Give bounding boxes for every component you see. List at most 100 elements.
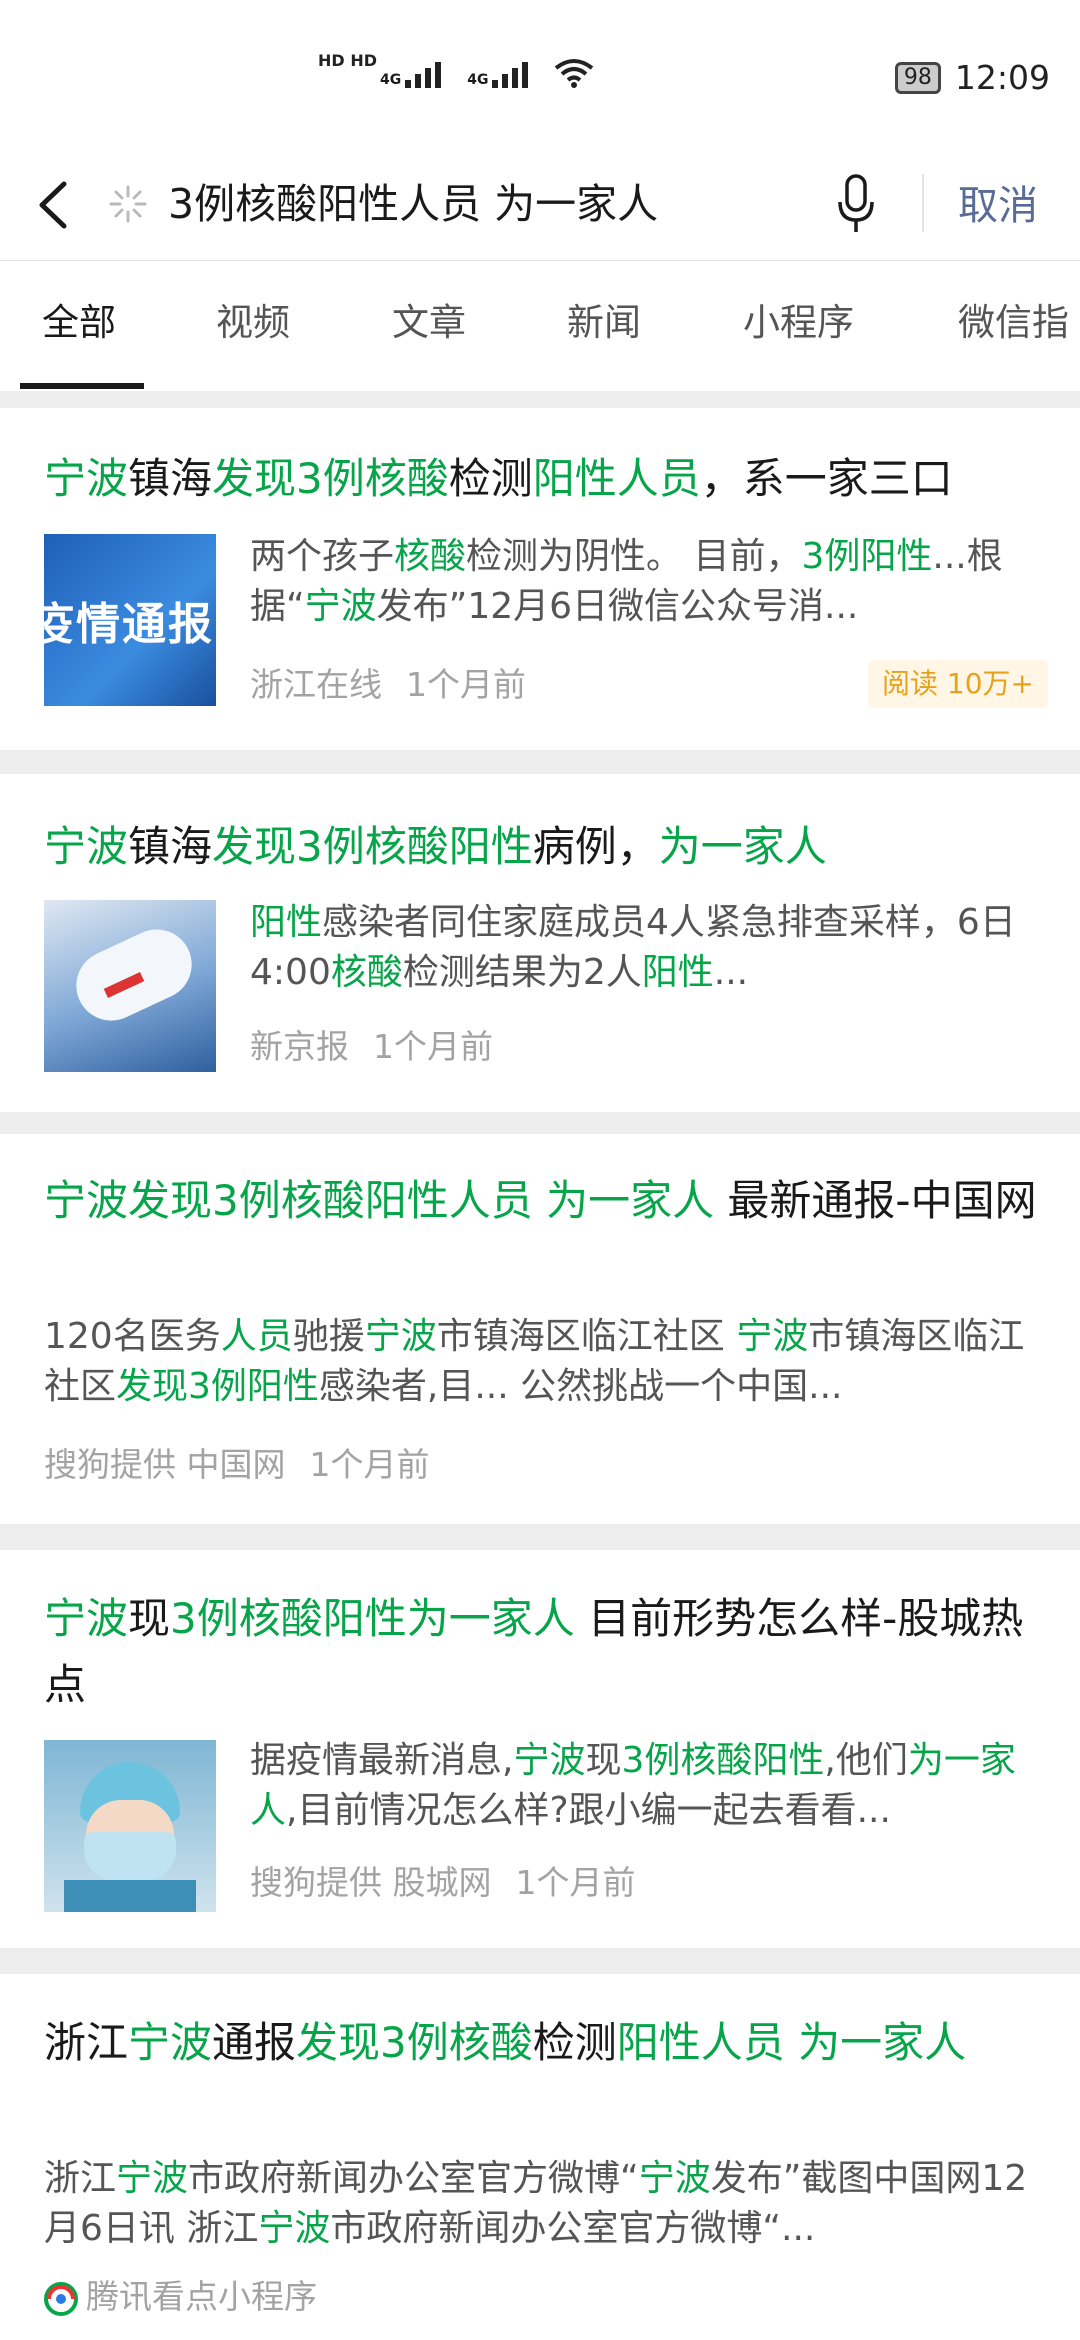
highlighted-keyword: 宁波 bbox=[258, 2208, 331, 2249]
text-segment: 检测 bbox=[532, 2018, 617, 2067]
cancel-button[interactable]: 取消 bbox=[958, 170, 1038, 242]
result-snippet: 阳性感染者同住家庭成员4人紧急排查采样，6日4:00核酸检测结果为2人阳性... bbox=[250, 898, 1040, 998]
highlighted-keyword: 宁波发现3例核酸阳性人员 为一家人 bbox=[44, 1176, 715, 1225]
back-arrow-icon[interactable] bbox=[32, 180, 76, 230]
tab-active-indicator bbox=[20, 383, 144, 389]
result-snippet: 据疫情最新消息,宁波现3例核酸阳性,他们为一家人,目前情况怎么样?跟小编一起去看… bbox=[250, 1736, 1040, 1836]
text-segment: 据疫情最新消息, bbox=[250, 1740, 514, 1781]
text-segment: 市镇海区临江社区 bbox=[436, 1316, 737, 1357]
tab-news[interactable]: 新闻 bbox=[567, 293, 641, 353]
result-title[interactable]: 宁波镇海发现3例核酸阳性病例，为一家人 bbox=[44, 814, 1050, 880]
highlighted-keyword: 宁波 bbox=[736, 1316, 809, 1357]
text-segment: 两个孩子 bbox=[250, 536, 395, 577]
tab-video[interactable]: 视频 bbox=[216, 293, 290, 353]
text-segment: 镇海 bbox=[128, 822, 213, 871]
highlighted-keyword: 发现3例阳性 bbox=[116, 1366, 319, 1407]
search-header: 3例核酸阳性人员 为一家人 取消 bbox=[0, 150, 1080, 260]
text-segment: 浙江 bbox=[44, 2018, 129, 2067]
search-divider bbox=[922, 174, 924, 232]
highlighted-keyword: 核酸 bbox=[394, 536, 467, 577]
result-source: 搜狗提供 中国网 bbox=[44, 1445, 286, 1484]
status-right: 98 12:09 bbox=[894, 58, 1050, 97]
result-card[interactable]: 浙江宁波通报发现3例核酸检测阳性人员 为一家人 浙江宁波市政府新闻办公室官方微博… bbox=[0, 1974, 1080, 2340]
result-card[interactable]: 宁波镇海发现3例核酸检测阳性人员，系一家三口 疫情通报 两个孩子核酸检测为阴性。… bbox=[0, 408, 1080, 750]
highlighted-keyword: 3例核酸阳性 bbox=[621, 1740, 825, 1781]
text-segment: 驰援 bbox=[292, 1316, 365, 1357]
tab-article[interactable]: 文章 bbox=[392, 293, 466, 353]
result-source: 新京报 bbox=[250, 1027, 349, 1066]
result-snippet: 120名医务人员驰援宁波市镇海区临江社区 宁波市镇海区临江社区发现3例阳性感染者… bbox=[44, 1312, 1050, 1412]
result-time: 1个月前 bbox=[373, 1027, 493, 1066]
microphone-icon[interactable] bbox=[836, 172, 876, 236]
highlighted-keyword: 阳性 bbox=[641, 952, 714, 993]
battery-icon: 98 bbox=[894, 61, 941, 94]
text-segment: ... bbox=[713, 952, 749, 993]
tencent-kandian-icon bbox=[44, 2281, 78, 2316]
status-bar: HD HD 4G 4G 98 12:09 bbox=[0, 0, 1080, 150]
tab-mini-program[interactable]: 小程序 bbox=[743, 293, 854, 353]
result-thumbnail bbox=[44, 1740, 216, 1912]
text-segment: 检测为阴性。 目前， bbox=[466, 536, 802, 577]
hd-indicator: HD HD bbox=[318, 50, 377, 71]
result-source: 搜狗提供 股城网 bbox=[250, 1863, 492, 1902]
result-snippet: 浙江宁波市政府新闻办公室官方微博“宁波发布”截图中国网12月6日讯 浙江宁波市政… bbox=[44, 2154, 1050, 2254]
text-segment: ，系一家三口 bbox=[700, 454, 953, 503]
loading-spinner-icon bbox=[109, 185, 147, 223]
highlighted-keyword: 宁波 bbox=[128, 2018, 213, 2067]
filter-tabs: 全部 视频 文章 新闻 小程序 微信指 bbox=[0, 260, 1080, 391]
result-meta: 新京报 1个月前 bbox=[250, 1024, 517, 1070]
highlighted-keyword: 宁波 bbox=[513, 1740, 586, 1781]
network-type-1: 4G bbox=[380, 72, 402, 88]
highlighted-keyword: 人员 bbox=[220, 1316, 293, 1357]
result-meta: 搜狗提供 股城网 1个月前 bbox=[250, 1860, 660, 1906]
result-time: 1个月前 bbox=[309, 1445, 430, 1484]
result-card[interactable]: 宁波镇海发现3例核酸阳性病例，为一家人 阳性感染者同住家庭成员4人紧急排查采样，… bbox=[0, 774, 1080, 1112]
text-segment: 检测 bbox=[448, 454, 533, 503]
highlighted-keyword: 核酸 bbox=[330, 952, 403, 993]
text-segment: 市政府新闻办公室官方微博“... bbox=[330, 2208, 816, 2249]
result-meta: 浙江在线 1个月前 bbox=[250, 662, 550, 708]
clock: 12:09 bbox=[954, 58, 1050, 97]
tab-all[interactable]: 全部 bbox=[42, 293, 116, 353]
highlighted-keyword: 为一家人 bbox=[658, 822, 827, 871]
text-segment: 病例， bbox=[532, 822, 659, 871]
highlighted-keyword: 发现3例核酸 bbox=[296, 2018, 533, 2067]
result-title[interactable]: 浙江宁波通报发现3例核酸检测阳性人员 为一家人 bbox=[44, 2010, 1050, 2076]
result-source: 浙江在线 bbox=[250, 665, 382, 704]
read-count-badge: 阅读 10万+ bbox=[868, 660, 1048, 708]
result-meta: 搜狗提供 中国网 1个月前 bbox=[44, 1442, 454, 1488]
search-input[interactable]: 3例核酸阳性人员 为一家人 bbox=[168, 168, 658, 240]
highlighted-keyword: 阳性 bbox=[250, 902, 323, 943]
thumbnail-text: 疫情通报 bbox=[44, 599, 214, 650]
highlighted-keyword: 阳性人员 bbox=[532, 454, 701, 503]
result-title[interactable]: 宁波发现3例核酸阳性人员 为一家人 最新通报-中国网 bbox=[44, 1168, 1050, 1234]
text-segment: 发布”12月6日微信公众号消... bbox=[376, 586, 859, 627]
result-card[interactable]: 宁波发现3例核酸阳性人员 为一家人 最新通报-中国网 120名医务人员驰援宁波市… bbox=[0, 1134, 1080, 1524]
result-meta: 腾讯看点小程序 bbox=[44, 2274, 365, 2320]
text-segment: 通报 bbox=[212, 2018, 297, 2067]
hd2-label: HD bbox=[350, 51, 378, 70]
result-title[interactable]: 宁波现3例核酸阳性为一家人 目前形势怎么样-股城热点 bbox=[44, 1586, 1050, 1718]
highlighted-keyword: 宁波 bbox=[44, 822, 129, 871]
result-title[interactable]: 宁波镇海发现3例核酸检测阳性人员，系一家三口 bbox=[44, 446, 1050, 512]
text-segment: 镇海 bbox=[128, 454, 213, 503]
text-segment: 感染者,目... 公然挑战一个中国... bbox=[318, 1366, 843, 1407]
text-segment: 现 bbox=[128, 1594, 171, 1643]
signal-icons: 4G 4G bbox=[380, 58, 594, 88]
highlighted-keyword: 宁波 bbox=[364, 1316, 437, 1357]
highlighted-keyword: 发现3例核酸阳性 bbox=[212, 822, 533, 871]
text-segment: 市政府新闻办公室官方微博“ bbox=[188, 2158, 639, 2199]
highlighted-keyword: 阳性人员 为一家人 bbox=[616, 2018, 967, 2067]
text-segment: 120名医务 bbox=[44, 1316, 221, 1357]
highlighted-keyword: 宁波 bbox=[44, 454, 129, 503]
highlighted-keyword: 3例阳性 bbox=[801, 536, 933, 577]
highlighted-keyword: 发现3例核酸 bbox=[212, 454, 449, 503]
result-source: 腾讯看点小程序 bbox=[86, 2277, 317, 2316]
result-card[interactable]: 宁波现3例核酸阳性为一家人 目前形势怎么样-股城热点 据疫情最新消息,宁波现3例… bbox=[0, 1550, 1080, 1948]
text-segment: 现 bbox=[585, 1740, 622, 1781]
highlighted-keyword: 宁波 bbox=[44, 1594, 129, 1643]
highlighted-keyword: 3例核酸阳性为一家人 bbox=[170, 1594, 575, 1643]
tab-wechat-index[interactable]: 微信指 bbox=[958, 293, 1069, 353]
highlighted-keyword: 宁波 bbox=[304, 586, 377, 627]
text-segment: ,目前情况怎么样?跟小编一起去看看... bbox=[286, 1790, 891, 1831]
